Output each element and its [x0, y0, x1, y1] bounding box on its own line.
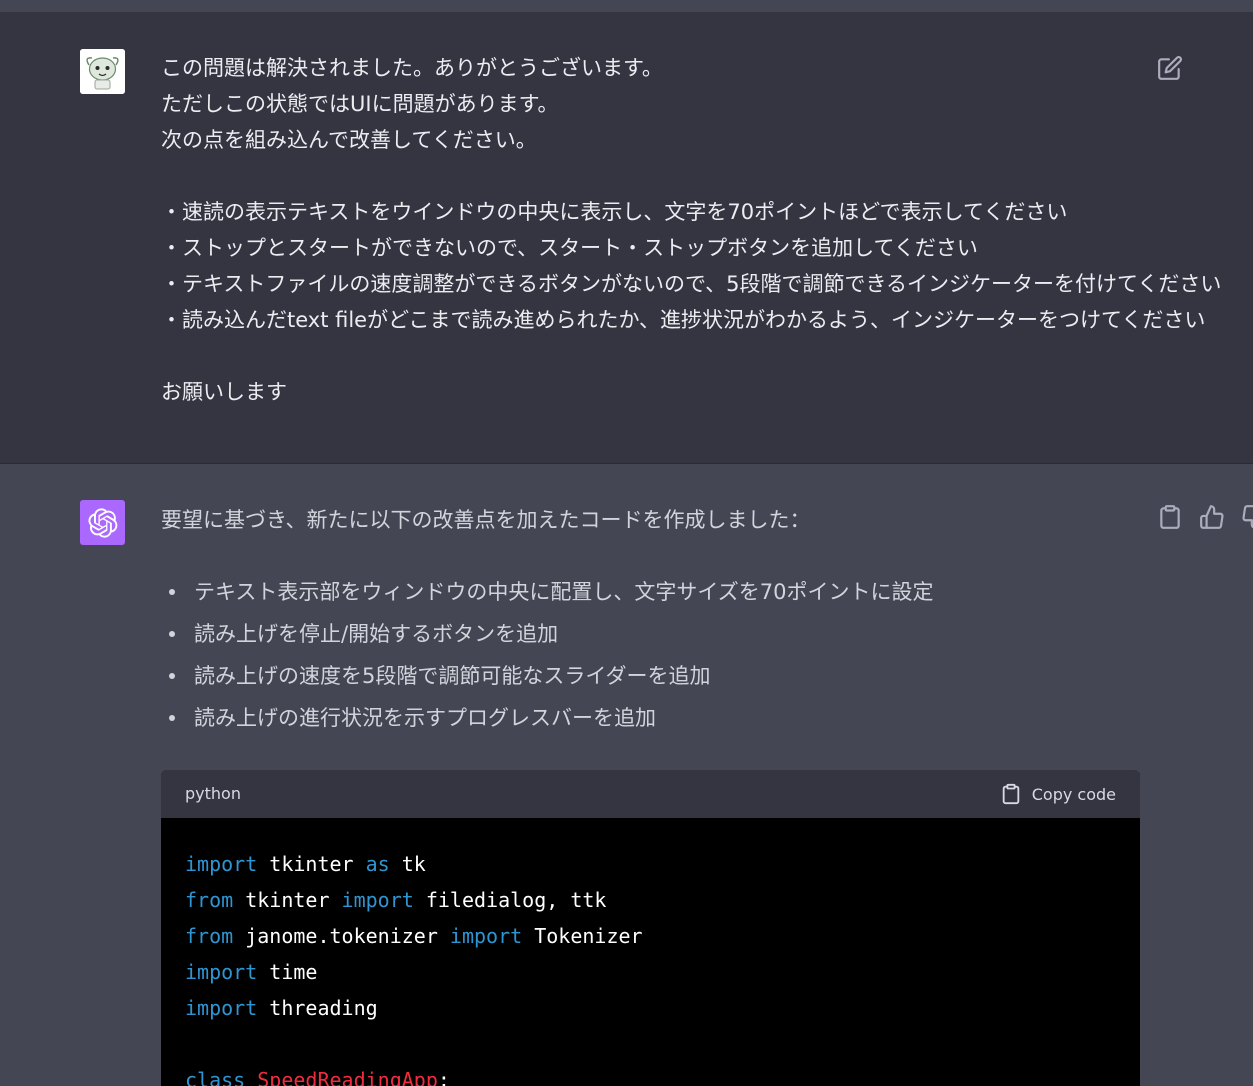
code-token: threading: [257, 996, 378, 1020]
code-token: import: [341, 888, 414, 912]
code-token: from: [185, 924, 234, 948]
thumbs-up-icon[interactable]: [1199, 504, 1225, 530]
bullet-dot: [169, 673, 175, 679]
user-message-line: 次の点を組み込んで改善してください。: [161, 128, 537, 152]
list-item: 読み上げの速度を5段階で調節可能なスライダーを追加: [161, 660, 933, 702]
list-item: 読み上げの進行状況を示すプログレスバーを追加: [161, 702, 933, 744]
code-language-label: python: [185, 784, 241, 803]
assistant-intro: 要望に基づき、新たに以下の改善点を加えたコードを作成しました：: [161, 508, 811, 532]
edit-icon[interactable]: [1157, 55, 1183, 81]
code-line: import threading: [185, 990, 1116, 1026]
list-item-text: 読み上げの速度を5段階で調節可能なスライダーを追加: [194, 664, 711, 688]
code-token: import: [185, 996, 258, 1020]
list-item: 読み上げを停止/開始するボタンを追加: [161, 618, 933, 660]
user-message-line: ・読み込んだtext fileがどこまで読み進められたか、進捗状況がわかるよう、…: [161, 308, 1206, 332]
bullet-dot: [169, 715, 175, 721]
code-token: class: [185, 1068, 246, 1086]
user-message-line: お願いします: [161, 380, 287, 404]
user-message-text: この問題は解決されました。ありがとうございます。 ただしこの状態ではUIに問題があ…: [161, 50, 1222, 410]
assistant-bullet-list: テキスト表示部をウィンドウの中央に配置し、文字サイズを70ポイントに設定 読み上げ…: [161, 576, 933, 744]
code-token: import: [185, 960, 258, 984]
clipboard-icon[interactable]: [1157, 504, 1183, 530]
code-block-header: python Copy code: [161, 770, 1140, 818]
user-message-line: この問題は解決されました。ありがとうございます。: [161, 56, 663, 80]
bullet-dot: [169, 631, 175, 637]
code-line: import tkinter as tk: [185, 846, 1116, 882]
code-token: Tokenizer: [522, 924, 643, 948]
bullet-dot: [169, 589, 175, 595]
list-item-text: 読み上げの進行状況を示すプログレスバーを追加: [194, 706, 656, 730]
code-token: import: [185, 852, 258, 876]
clipboard-icon: [1002, 783, 1019, 805]
assistant-message: 要望に基づき、新たに以下の改善点を加えたコードを作成しました： テキスト表示部を…: [0, 464, 1253, 1086]
code-token: as: [365, 852, 390, 876]
assistant-avatar: [80, 500, 125, 545]
code-token: tk: [389, 852, 426, 876]
code-line: import time: [185, 954, 1116, 990]
code-token: time: [257, 960, 318, 984]
user-avatar: [80, 49, 125, 94]
user-message-line: [161, 338, 1151, 374]
code-content: import tkinter as tk from tkinter import …: [161, 818, 1140, 1086]
list-item-text: 読み上げを停止/開始するボタンを追加: [194, 622, 559, 646]
code-token: SpeedReadingApp: [257, 1068, 438, 1086]
code-line: from janome.tokenizer import Tokenizer: [185, 918, 1116, 954]
user-message-line: ・速読の表示テキストをウインドウの中央に表示し、文字を70ポイントほどで表示して…: [161, 200, 1068, 224]
list-item: テキスト表示部をウィンドウの中央に配置し、文字サイズを70ポイントに設定: [161, 576, 933, 618]
code-line: class SpeedReadingApp:: [185, 1062, 1116, 1086]
code-token: import: [449, 924, 523, 948]
user-message: この問題は解決されました。ありがとうございます。 ただしこの状態ではUIに問題があ…: [0, 12, 1253, 464]
copy-code-label: Copy code: [1031, 784, 1116, 804]
code-token: :: [437, 1068, 450, 1086]
code-token: janome.tokenizer: [233, 924, 450, 948]
thumbs-down-icon[interactable]: [1241, 504, 1253, 530]
openai-logo-icon: [87, 507, 117, 538]
user-message-line: ・ストップとスタートができないので、スタート・ストップボタンを追加してください: [161, 236, 978, 260]
user-message-line: [161, 158, 1151, 194]
code-line: from tkinter import filedialog, ttk: [185, 882, 1116, 918]
user-avatar-icon: [80, 49, 125, 94]
user-message-line: ・テキストファイルの速度調整ができるボタンがないので、5段階で調節できるインジケ…: [161, 272, 1222, 296]
code-token: tkinter: [257, 852, 366, 876]
list-item-text: テキスト表示部をウィンドウの中央に配置し、文字サイズを70ポイントに設定: [194, 580, 934, 604]
copy-code-button[interactable]: Copy code: [1000, 782, 1116, 806]
code-token: tkinter: [233, 888, 342, 912]
user-message-line: ただしこの状態ではUIに問題があります。: [161, 92, 559, 116]
code-token: filedialog, ttk: [413, 888, 607, 912]
code-token: from: [185, 888, 234, 912]
code-block: python Copy code import tkinter as tk fro…: [161, 770, 1140, 1086]
top-strip: [0, 0, 1253, 12]
